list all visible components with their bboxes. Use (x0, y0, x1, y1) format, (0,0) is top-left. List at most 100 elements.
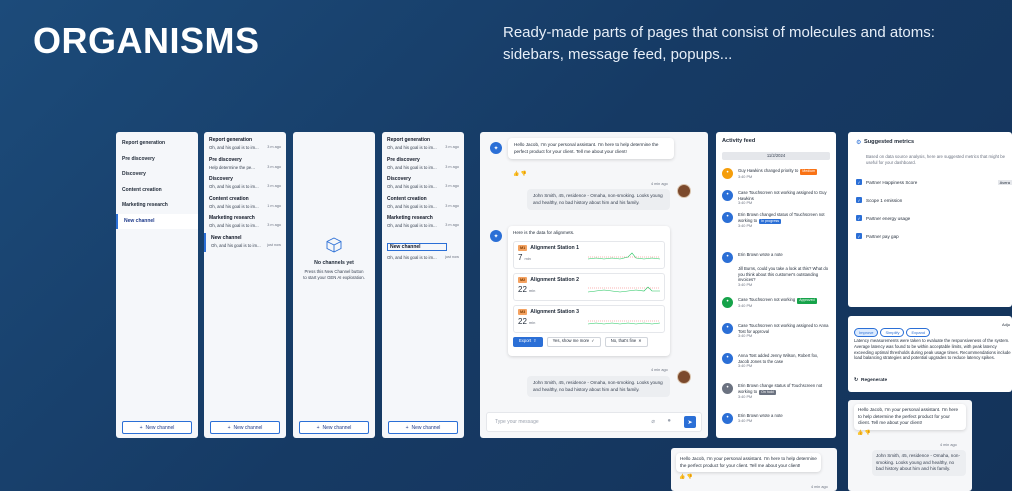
checkbox-icon[interactable]: ✓ (856, 179, 862, 185)
list-item[interactable]: Report generation Oh, and his goal is to … (382, 135, 464, 155)
improve-pill[interactable]: Improve (854, 328, 879, 337)
user-message: John Smith, 45, residence - Omaha, non-s… (527, 189, 670, 211)
activity-time: 3:40 PM (738, 201, 753, 206)
sidebar-item-report[interactable]: Report generation (116, 136, 198, 152)
list-item[interactable]: Discovery Oh, and his goal is to im... 3 m… (204, 174, 286, 194)
checkbox-icon[interactable]: ✓ (856, 233, 862, 239)
list-item-title: Discovery (387, 176, 411, 182)
list-item-title: Discovery (209, 176, 233, 182)
thats-fine-button[interactable]: No, that's fine ✕ (604, 336, 648, 347)
reaction-icons[interactable]: 👍 👎 (513, 171, 527, 177)
sidebar-item-marketing[interactable]: Marketing research (116, 198, 198, 214)
expand-pill[interactable]: Expand (906, 328, 931, 337)
list-item-time: 3 m ago (445, 184, 459, 188)
upload-icon: ⇪ (533, 338, 537, 344)
list-item-time: 3 m ago (267, 223, 281, 227)
station-card[interactable]: M1 Alignment Station 1 7 min (513, 240, 665, 269)
activity-text: Guy Hawkins changed priority to Medium 3:4… (738, 168, 829, 180)
activity-time: 3:40 PM (738, 334, 753, 339)
metric-row[interactable]: ✓ Partner pay gap (856, 233, 1012, 239)
sidebar-item-discovery[interactable]: Discovery (116, 167, 198, 183)
close-icon: ✕ (638, 338, 642, 344)
sidebar-item-prediscovery[interactable]: Pre discovery (116, 152, 198, 168)
adjust-label[interactable]: Adju (1002, 322, 1010, 327)
bot-avatar-icon: ✦ (490, 142, 502, 154)
sidebar-detailed-2: Report generation Oh, and his goal is to … (382, 132, 464, 438)
metric-row[interactable]: ✓ Partner Happiness Score Avera (856, 179, 1012, 185)
list-item[interactable]: Pre discovery Help determine the pe... 3 m… (204, 155, 286, 175)
list-item-time: 1 m ago (267, 203, 281, 208)
message-input[interactable]: Type your message (495, 419, 539, 425)
new-channel-button[interactable]: + New channel (299, 421, 369, 434)
list-item-title: Pre discovery (209, 156, 242, 163)
metrics-icon: ⚙ (856, 140, 862, 146)
activity-text: Case Touchscreen not working assigned to… (738, 190, 829, 207)
list-item[interactable]: Content creation Oh, and his goal is to i… (204, 194, 286, 214)
user-avatar (677, 370, 691, 384)
attach-icon[interactable]: ⌀ (651, 418, 655, 425)
check-icon: ✓ (591, 338, 595, 344)
station-value: 22 (518, 317, 527, 327)
list-item-title: Report generation (387, 137, 431, 143)
metrics-intro: Based on data source analysis, here are … (866, 154, 1006, 165)
station-card[interactable]: M2 Alignment Station 2 22 min (513, 272, 665, 301)
list-item[interactable]: Discovery Oh, and his goal is to im... 3 m… (382, 174, 464, 194)
improve-panel: Improve Simplify Expand Adju Latency measu… (848, 316, 1012, 392)
metric-row[interactable]: ✓ Partner energy usage (856, 215, 1012, 221)
activity-icon: • (722, 212, 733, 223)
station-value: 22 (518, 285, 527, 295)
regenerate-button[interactable]: ↻ Regenerate (854, 378, 887, 383)
user-message: John Smith, 45, residence - Omaha, non-s… (872, 450, 966, 476)
activity-time: 3:40 PM (738, 303, 753, 308)
list-item-title: Content creation (387, 195, 427, 202)
list-item-title: Marketing research (387, 215, 433, 221)
list-item-title: New channel (211, 234, 242, 241)
list-item[interactable]: Report generation Oh, and his goal is to … (204, 135, 286, 155)
list-item[interactable]: Marketing research Oh, and his goal is to… (382, 213, 464, 233)
export-button[interactable]: Export ⇪ (513, 336, 543, 347)
mini-chat-panel: Hello Jacob, I'm your personal assistant… (848, 400, 972, 491)
list-item-preview: Oh, and his goal is to im... (209, 203, 259, 209)
bot-avatar-icon: ✦ (490, 230, 502, 242)
list-item[interactable]: Pre discovery Oh, and his goal is to im..… (382, 155, 464, 175)
list-item-title: Marketing research (209, 215, 255, 221)
new-channel-button[interactable]: + New channel (388, 421, 458, 434)
data-intro: Here is the data for alignmets. (513, 230, 575, 235)
list-item-title: Pre discovery (387, 156, 420, 163)
sidebar-item-content[interactable]: Content creation (116, 183, 198, 199)
suggested-metrics-panel: ⚙ Suggested metrics Based on data source… (848, 132, 1012, 307)
activity-icon: • (722, 413, 733, 424)
station-unit: min (524, 256, 531, 262)
list-item-time: 3 m ago (267, 145, 281, 149)
reaction-icons[interactable]: 👍 👎 (679, 474, 693, 480)
activity-text: Jill Burns, could you take a look at thi… (738, 266, 829, 287)
mic-icon[interactable]: ● (667, 418, 671, 424)
list-item[interactable]: Marketing research Oh, and his goal is to… (204, 213, 286, 233)
send-button[interactable]: ➤ (684, 416, 696, 428)
message-composer: Type your message ⌀ ● ➤ (486, 412, 702, 432)
sidebar-item-new-channel[interactable]: New channel (116, 213, 198, 229)
list-item-editing[interactable]: New channel Oh, and his goal is to im... j… (382, 233, 464, 260)
show-more-button[interactable]: Yes, show me more ✓ (546, 336, 601, 347)
station-value: 7 (518, 253, 523, 263)
list-item[interactable]: Content creation Oh, and his goal is to i… (382, 194, 464, 214)
metric-row[interactable]: ✓ Scope 1 emission (856, 197, 1012, 203)
station-name: Alignment Station 2 (530, 276, 579, 283)
activity-feed-title: Activity feed (722, 138, 756, 144)
status-badge: In progress (759, 218, 782, 225)
activity-text: Erin Brown wrote a note (738, 252, 783, 257)
checkbox-icon[interactable]: ✓ (856, 197, 862, 203)
list-item-title: Content creation (209, 195, 249, 202)
checkbox-icon[interactable]: ✓ (856, 215, 862, 221)
simplify-pill[interactable]: Simplify (880, 328, 905, 337)
new-channel-button[interactable]: + New channel (210, 421, 280, 434)
new-channel-button[interactable]: + New channel (122, 421, 192, 434)
list-item-time: just now (267, 242, 281, 247)
metric-badge: Avera (997, 179, 1012, 185)
reaction-icons[interactable]: 👍 👎 (857, 430, 871, 436)
station-card[interactable]: M3 Alignment Station 3 22 min (513, 304, 665, 333)
plus-icon: + (227, 424, 231, 431)
list-item-active[interactable]: New channel Oh, and his goal is to im... j… (204, 232, 286, 252)
list-item-title-input[interactable]: New channel (387, 242, 447, 251)
station-sparkline (588, 320, 660, 324)
